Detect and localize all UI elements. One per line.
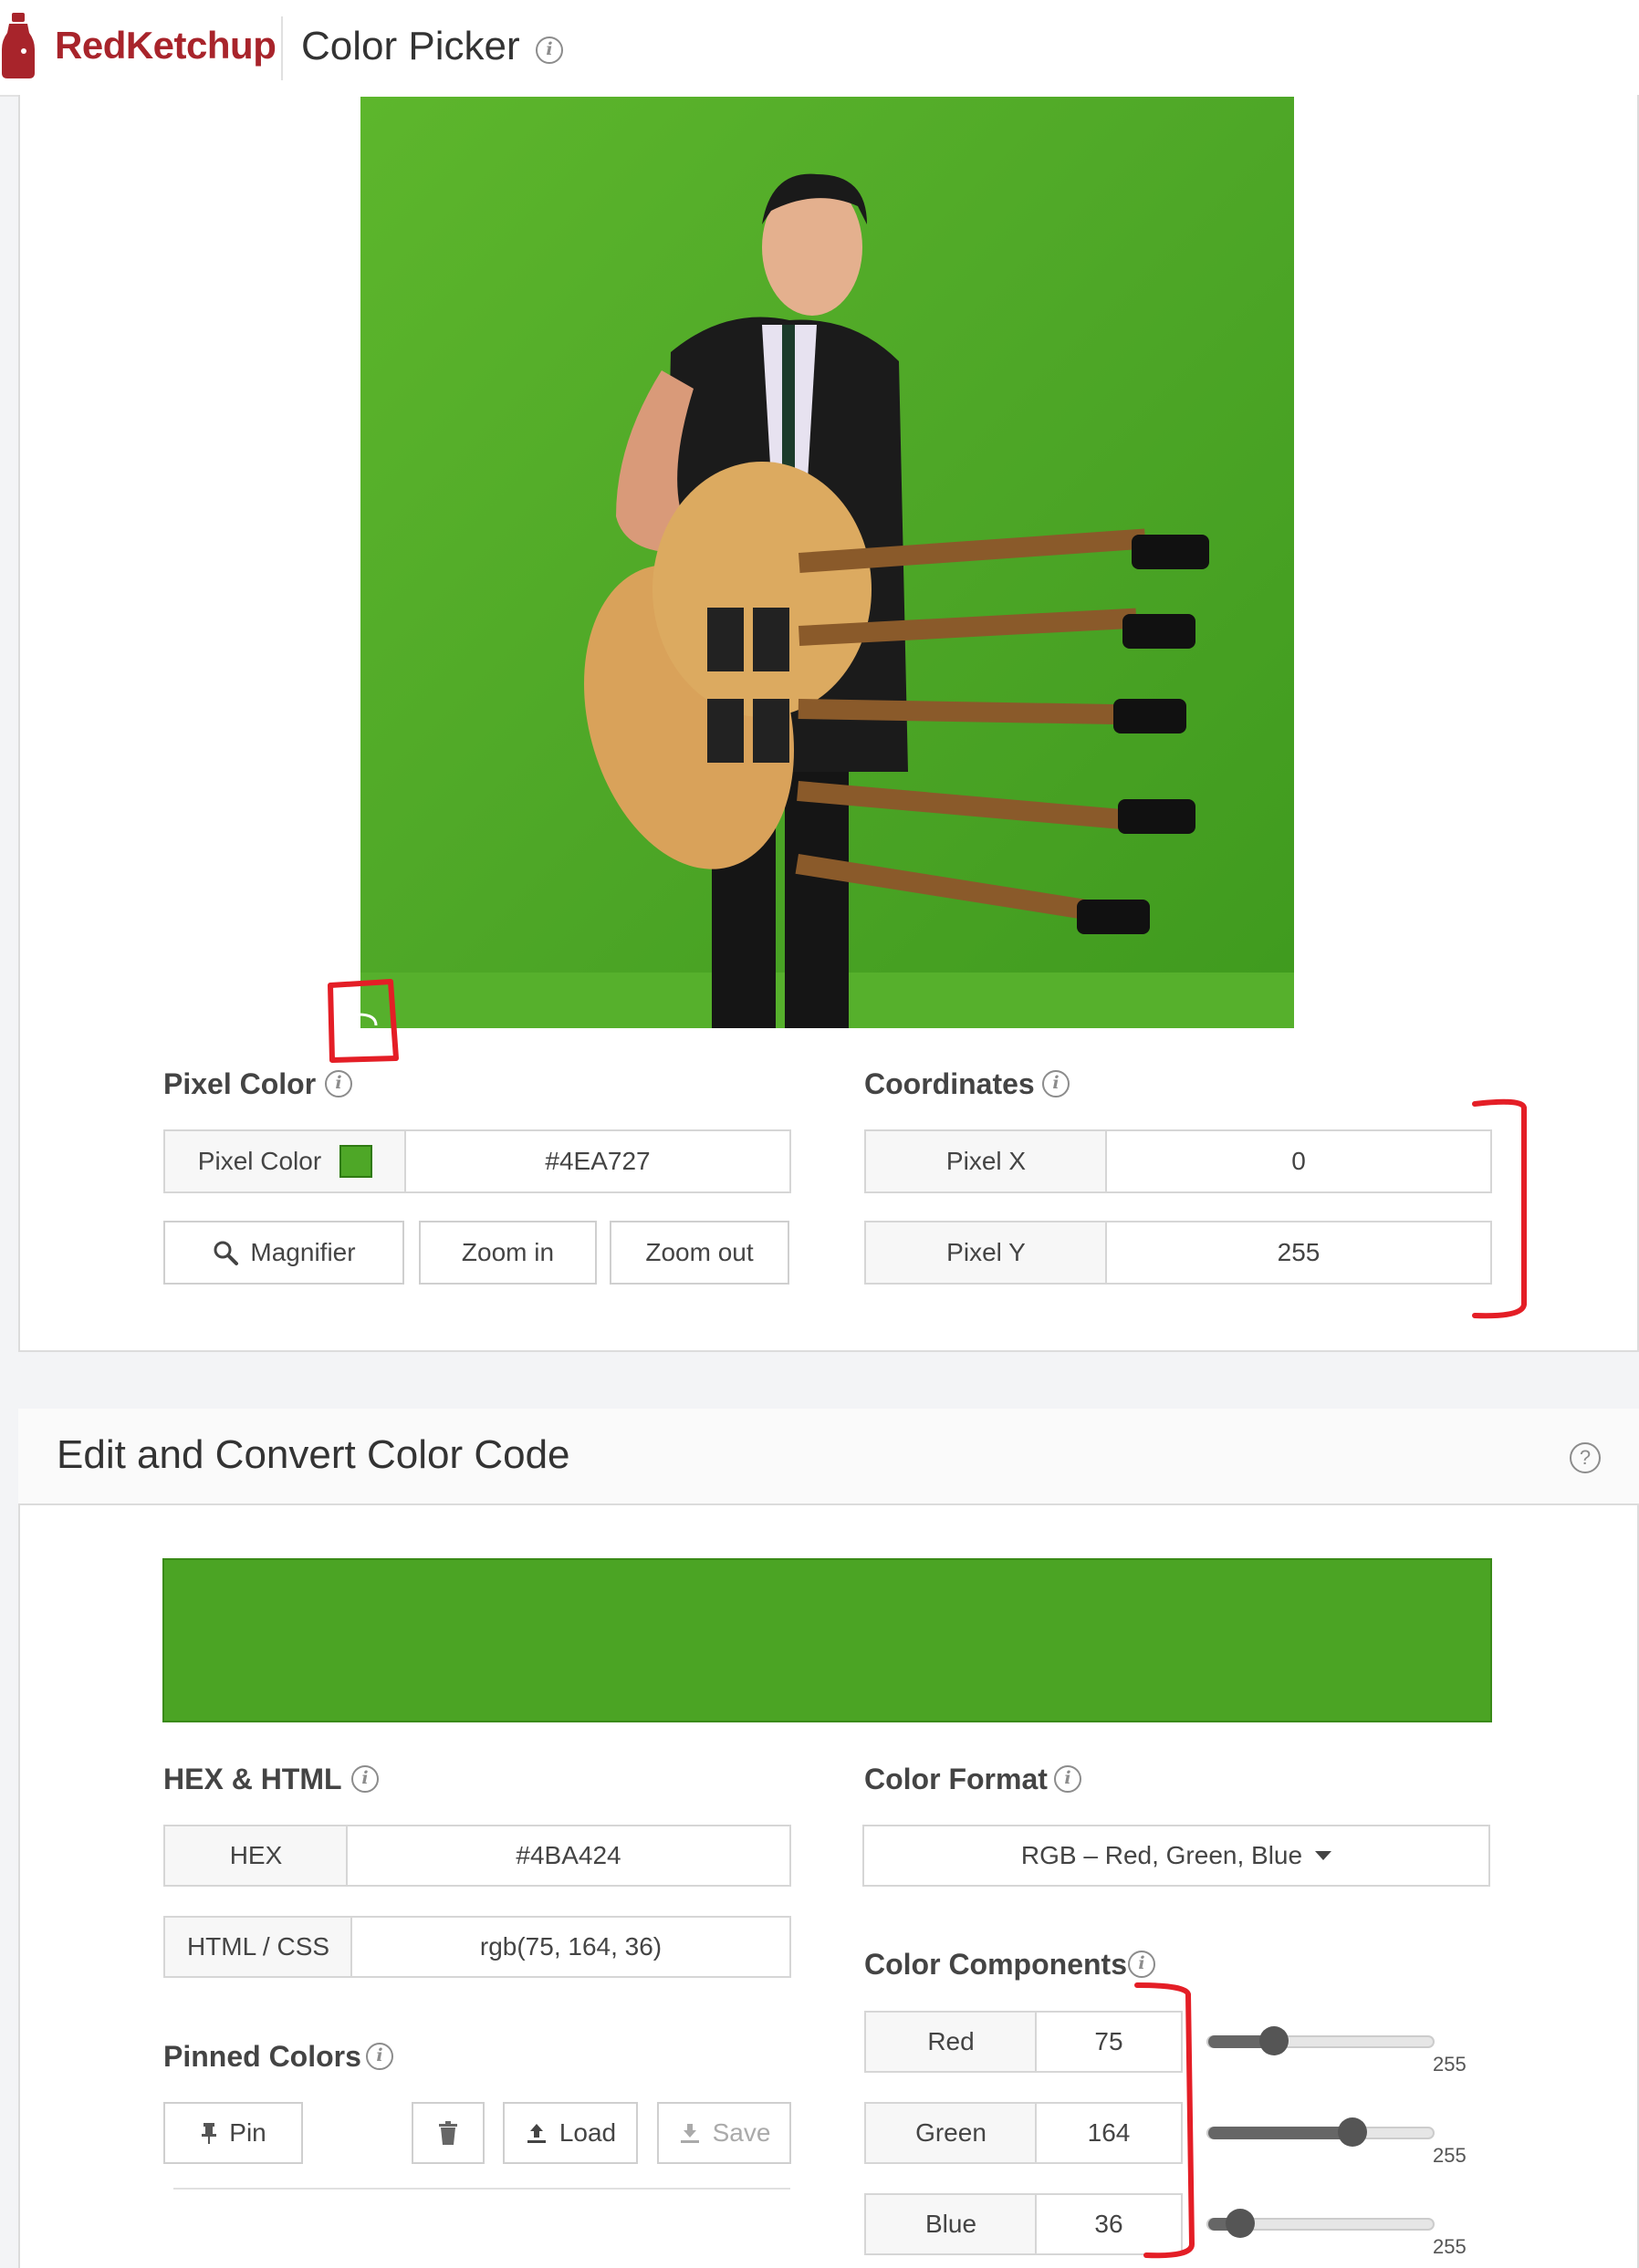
pin-button[interactable]: Pin [163,2102,303,2164]
red-input[interactable]: 75 [1035,2011,1183,2073]
css-input[interactable]: rgb(75, 164, 36) [350,1916,791,1978]
magnifier-button[interactable]: Magnifier [163,1221,404,1285]
pixel-x-label: Pixel X [864,1129,1108,1193]
upload-icon [527,2124,546,2143]
page-title: Color Picker [301,24,520,68]
color-format-value: RGB – Red, Green, Blue [1020,1841,1303,1869]
green-input[interactable]: 164 [1035,2102,1183,2164]
pinned-colors-heading: Pinned Colors [163,2040,361,2073]
blue-label: Blue [864,2193,1038,2255]
green-slider[interactable] [1206,2117,1435,2147]
pin-label: Pin [229,2118,266,2147]
pixel-color-label: Pixel Color [163,1129,407,1193]
load-button[interactable]: Load [503,2102,638,2164]
trash-icon [439,2121,457,2145]
hex-label: HEX [163,1825,349,1887]
green-label: Green [864,2102,1038,2164]
coordinates-heading: Coordinates [864,1067,1035,1100]
pinned-colors-info-icon[interactable]: i [366,2043,393,2070]
pixel-color-heading: Pixel Color [163,1067,317,1100]
pixel-color-value[interactable]: #4EA727 [404,1129,791,1193]
pixel-color-label-text: Pixel Color [197,1147,322,1175]
zoom-in-button[interactable]: Zoom in [419,1221,597,1285]
source-image[interactable] [360,97,1294,1028]
pixel-color-swatch [339,1145,373,1178]
green-slider-thumb[interactable] [1338,2117,1367,2147]
ketchup-bottle-logo-icon[interactable] [2,13,35,78]
red-max-label: 255 [1433,2053,1467,2076]
save-label: Save [712,2118,771,2147]
blue-slider[interactable] [1206,2209,1435,2238]
delete-button[interactable] [412,2102,485,2164]
hex-html-info-icon[interactable]: i [351,1765,379,1793]
red-label: Red [864,2011,1038,2073]
color-components-heading: Color Components [864,1948,1127,1981]
zoom-out-button[interactable]: Zoom out [610,1221,789,1285]
pinned-divider [173,2188,790,2190]
green-max-label: 255 [1433,2144,1467,2167]
red-slider-thumb[interactable] [1259,2026,1289,2055]
blue-slider-thumb[interactable] [1226,2209,1255,2238]
coordinates-info-icon[interactable]: i [1042,1070,1070,1098]
pixel-x-value[interactable]: 0 [1105,1129,1492,1193]
blue-input[interactable]: 36 [1035,2193,1183,2255]
pixel-y-value[interactable]: 255 [1105,1221,1492,1285]
edit-convert-title: Edit and Convert Color Code [57,1432,570,1477]
save-button[interactable]: Save [657,2102,791,2164]
color-format-info-icon[interactable]: i [1054,1765,1081,1793]
color-preview [162,1558,1492,1722]
pin-icon [202,2123,217,2144]
title-info-icon[interactable]: i [536,36,563,64]
red-slider[interactable] [1206,2026,1435,2055]
color-format-select[interactable]: RGB – Red, Green, Blue [862,1825,1490,1887]
hex-html-heading: HEX & HTML [163,1763,342,1795]
brand-name[interactable]: RedKetchup [55,24,277,68]
search-icon [214,1241,239,1265]
help-icon[interactable]: ? [1570,1442,1601,1473]
css-label: HTML / CSS [163,1916,353,1978]
blue-max-label: 255 [1433,2235,1467,2258]
green-slider-fill [1208,2127,1352,2139]
hex-input[interactable]: #4BA424 [346,1825,791,1887]
load-label: Load [559,2118,617,2147]
pixel-y-label: Pixel Y [864,1221,1108,1285]
header-divider [281,16,283,80]
color-format-heading: Color Format [864,1763,1048,1795]
chevron-down-icon [1315,1851,1332,1860]
pixel-color-info-icon[interactable]: i [325,1070,352,1098]
download-icon [680,2124,699,2143]
color-components-info-icon[interactable]: i [1128,1951,1155,1978]
magnifier-label: Magnifier [250,1238,356,1266]
